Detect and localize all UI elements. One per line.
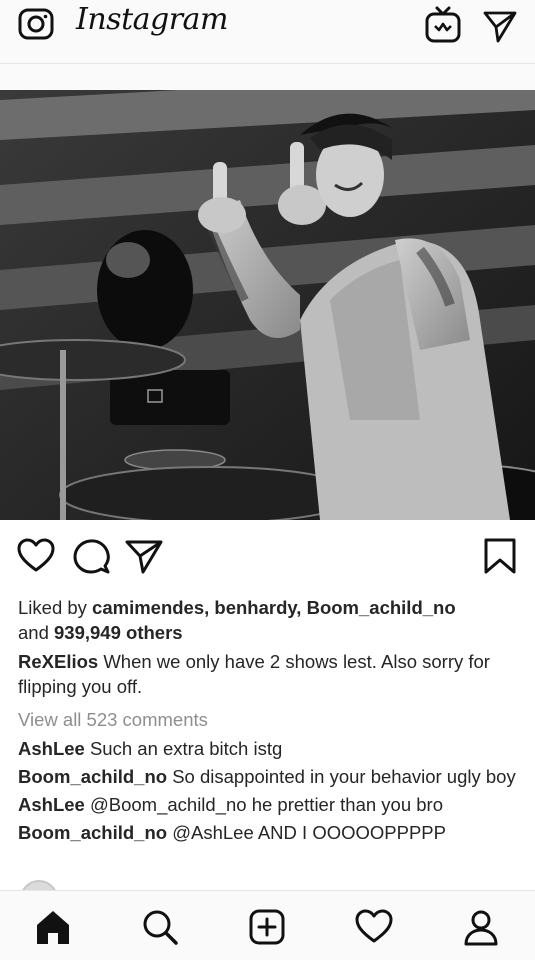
comment-item: AshLee @Boom_achild_no he prettier than … xyxy=(18,792,523,817)
comment-text: So disappointed in your behavior ugly bo… xyxy=(172,766,516,787)
search-icon[interactable] xyxy=(140,907,180,947)
caption-username[interactable]: ReXElios xyxy=(18,651,98,672)
post-text: Liked by camimendes, benhardy, Boom_achi… xyxy=(18,595,523,848)
comment-username[interactable]: AshLee xyxy=(18,738,85,759)
likes-and: and xyxy=(18,622,55,643)
comment-text: @AshLee AND I OOOOOPPPPP xyxy=(172,822,446,843)
igtv-icon[interactable] xyxy=(424,6,462,44)
post-caption: ReXElios When we only have 2 shows lest.… xyxy=(18,649,523,699)
comment-text: Such an extra bitch istg xyxy=(89,738,283,759)
post-photo-image xyxy=(0,90,535,520)
profile-icon[interactable] xyxy=(461,907,501,947)
activity-heart-icon[interactable] xyxy=(354,907,394,947)
like-icon[interactable] xyxy=(16,536,56,576)
likes-prefix: Liked by xyxy=(18,597,93,618)
stories-strip xyxy=(0,64,535,90)
camera-icon[interactable] xyxy=(18,6,54,42)
comment-username[interactable]: Boom_achild_no xyxy=(18,766,167,787)
top-header: Instagram xyxy=(0,0,535,64)
comment-text: @Boom_achild_no he prettier than you bro xyxy=(89,794,443,815)
likes-users[interactable]: camimendes, benhardy, Boom_achild_no xyxy=(92,597,456,618)
share-icon[interactable] xyxy=(124,536,164,576)
new-post-icon[interactable] xyxy=(247,907,287,947)
bottom-navigation xyxy=(0,890,535,960)
likes-line[interactable]: Liked by camimendes, benhardy, Boom_achi… xyxy=(18,595,523,645)
instagram-logo: Instagram xyxy=(76,2,228,37)
direct-message-icon[interactable] xyxy=(482,8,518,44)
comment-item: AshLee Such an extra bitch istg xyxy=(18,736,523,761)
save-bookmark-icon[interactable] xyxy=(480,536,520,576)
comment-username[interactable]: AshLee xyxy=(18,794,85,815)
comment-username[interactable]: Boom_achild_no xyxy=(18,822,167,843)
comment-item: Boom_achild_no So disappointed in your b… xyxy=(18,764,523,789)
post-photo[interactable] xyxy=(0,90,535,520)
comment-item: Boom_achild_no @AshLee AND I OOOOOPPPPP xyxy=(18,820,523,845)
home-icon[interactable] xyxy=(33,907,73,947)
likes-others[interactable]: 939,949 others xyxy=(54,622,183,643)
comment-icon[interactable] xyxy=(72,536,112,576)
view-all-comments-link[interactable]: View all 523 comments xyxy=(18,707,523,732)
post-actions xyxy=(0,530,535,582)
